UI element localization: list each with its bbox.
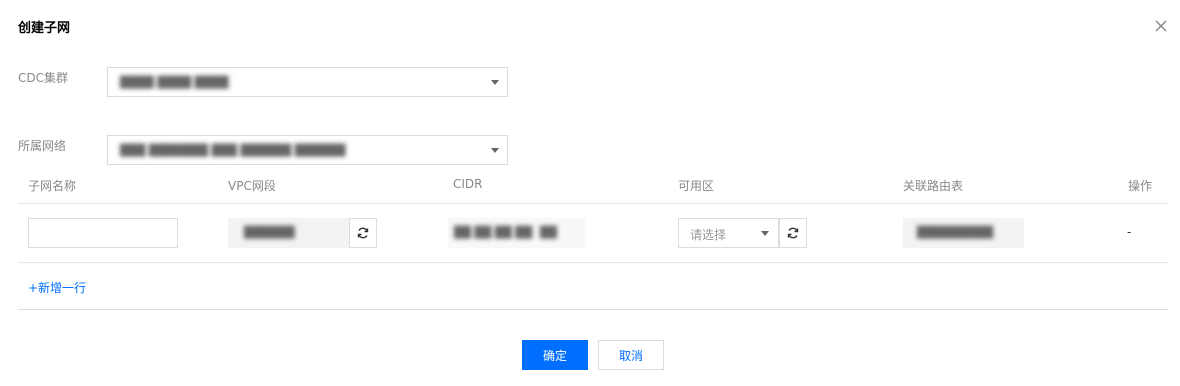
cdc-cluster-select[interactable]: ████ ████ ████ (107, 67, 508, 97)
footer-divider (18, 309, 1168, 310)
zone-refresh-button[interactable] (779, 218, 807, 248)
vpc-segment-refresh-button[interactable] (349, 218, 377, 248)
subnet-name-input[interactable] (28, 218, 178, 248)
route-table-value: █████████ (917, 226, 994, 239)
vpc-network-value: ███ ███████ ███ ██████ ██████ (120, 144, 346, 157)
chevron-down-icon (491, 80, 499, 85)
cdc-cluster-value: ████ ████ ████ (120, 76, 229, 89)
column-header-operation: 操作 (1128, 179, 1153, 193)
vpc-network-label: 所属网络 (18, 139, 67, 153)
chevron-down-icon (491, 148, 499, 153)
confirm-button[interactable]: 确定 (522, 340, 588, 370)
column-header-route-table: 关联路由表 (903, 179, 964, 193)
cidr-mask-value: ██ (540, 226, 557, 239)
refresh-icon (357, 227, 369, 239)
cidr-field: ██ ██ ██ ██ ██ (448, 218, 585, 248)
operation-cell: - (1127, 225, 1132, 239)
chevron-down-icon (761, 231, 769, 236)
add-row-link[interactable]: +新增一行 (28, 279, 86, 296)
zone-placeholder: 请选择 (690, 228, 727, 242)
close-icon[interactable] (1153, 18, 1169, 34)
column-header-subnet-name: 子网名称 (28, 179, 77, 193)
vpc-segment-value: ██████ (244, 226, 295, 239)
dialog-title: 创建子网 (18, 21, 71, 36)
zone-select[interactable]: 请选择 (678, 218, 779, 248)
column-header-vpc-segment: VPC网段 (228, 179, 276, 193)
cidr-value: ██ ██ ██ ██ (454, 226, 533, 239)
vpc-network-select[interactable]: ███ ███████ ███ ██████ ██████ (107, 135, 508, 165)
column-header-zone: 可用区 (678, 179, 715, 193)
cdc-cluster-label: CDC集群 (18, 71, 68, 85)
vpc-segment-field: ██████ (228, 218, 349, 248)
route-table-field: █████████ (903, 218, 1024, 248)
table-row-divider (18, 262, 1168, 263)
cancel-button[interactable]: 取消 (598, 340, 664, 370)
column-header-cidr: CIDR (453, 177, 483, 191)
refresh-icon (787, 227, 799, 239)
